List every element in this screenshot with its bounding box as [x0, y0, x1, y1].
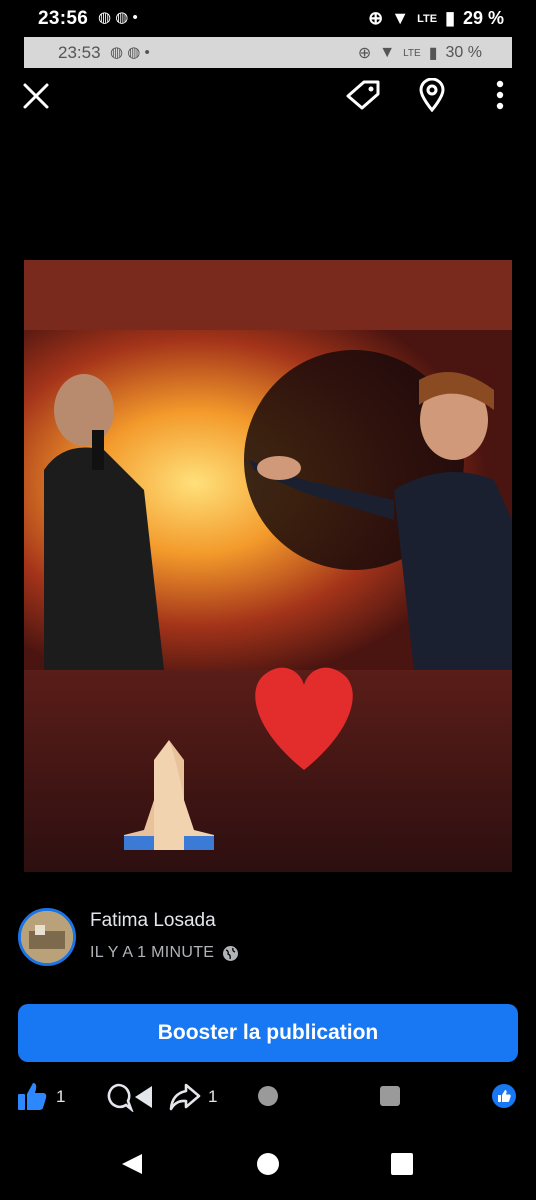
reaction-like-badge[interactable] [492, 1084, 516, 1108]
signal-icon: ▮ [445, 8, 455, 28]
circle-placeholder-icon[interactable] [258, 1086, 278, 1106]
inner-wifi-icon: ▼ [379, 44, 396, 61]
inner-signal-icon: ▮ [428, 45, 438, 62]
status-time: 23:56 [38, 8, 89, 29]
android-nav-bar [0, 1124, 536, 1200]
like-button[interactable] [16, 1080, 48, 1112]
data-saver-icon: ⊕ [368, 8, 384, 28]
more-options-button[interactable] [492, 80, 508, 110]
comment-icon [107, 1083, 152, 1113]
status-right: ⊕ ▼ LTE ▮ 29 % [368, 8, 504, 29]
boost-post-button[interactable]: Booster la publication [18, 1004, 518, 1062]
inner-status-right: ⊕ ▼ LTE ▮ 30 % [358, 43, 482, 63]
comment-button[interactable] [104, 1082, 156, 1113]
inner-data-saver-icon: ⊕ [357, 45, 372, 62]
photo-image [24, 260, 512, 872]
author-avatar[interactable] [18, 908, 76, 966]
post-photo[interactable] [24, 260, 512, 872]
author-name[interactable]: Fatima Losada [90, 910, 216, 932]
close-icon [23, 83, 49, 109]
status-battery: 29 % [462, 8, 504, 28]
avatar-image [21, 911, 73, 963]
more-vertical-icon [496, 80, 504, 110]
inner-notification-icons: ◍ ◍ • [110, 44, 150, 61]
inner-status-bar: 23:53 ◍ ◍ • ⊕ ▼ LTE ▮ 30 % [24, 37, 512, 68]
share-icon [169, 1083, 201, 1111]
back-icon[interactable] [120, 1152, 144, 1176]
share-button[interactable] [168, 1082, 202, 1112]
inner-status-time: 23:53 [58, 43, 101, 62]
messenger-notification-icon: ◍ ◍ • [98, 9, 138, 26]
location-pin-icon [419, 77, 445, 113]
globe-icon [223, 945, 239, 961]
share-count: 1 [208, 1087, 218, 1106]
home-icon[interactable] [257, 1153, 279, 1175]
status-bar: 23:56 ◍ ◍ • ⊕ ▼ LTE ▮ 29 % [0, 0, 536, 36]
close-button[interactable] [22, 82, 50, 110]
inner-network-type: LTE [403, 47, 421, 59]
tag-icon [346, 80, 380, 110]
wifi-icon: ▼ [391, 8, 410, 28]
like-count: 1 [56, 1087, 66, 1106]
square-placeholder-icon[interactable] [380, 1086, 400, 1106]
post-meta: IL Y A 1 MINUTE [90, 944, 239, 962]
thumbs-up-icon [18, 1083, 47, 1110]
recents-icon[interactable] [391, 1153, 413, 1175]
post-time: IL Y A 1 MINUTE [90, 944, 215, 961]
tag-button[interactable] [344, 78, 382, 112]
location-button[interactable] [418, 77, 446, 113]
like-badge-icon [498, 1090, 511, 1102]
inner-status-battery: 30 % [445, 44, 482, 61]
network-type: LTE [417, 12, 438, 25]
